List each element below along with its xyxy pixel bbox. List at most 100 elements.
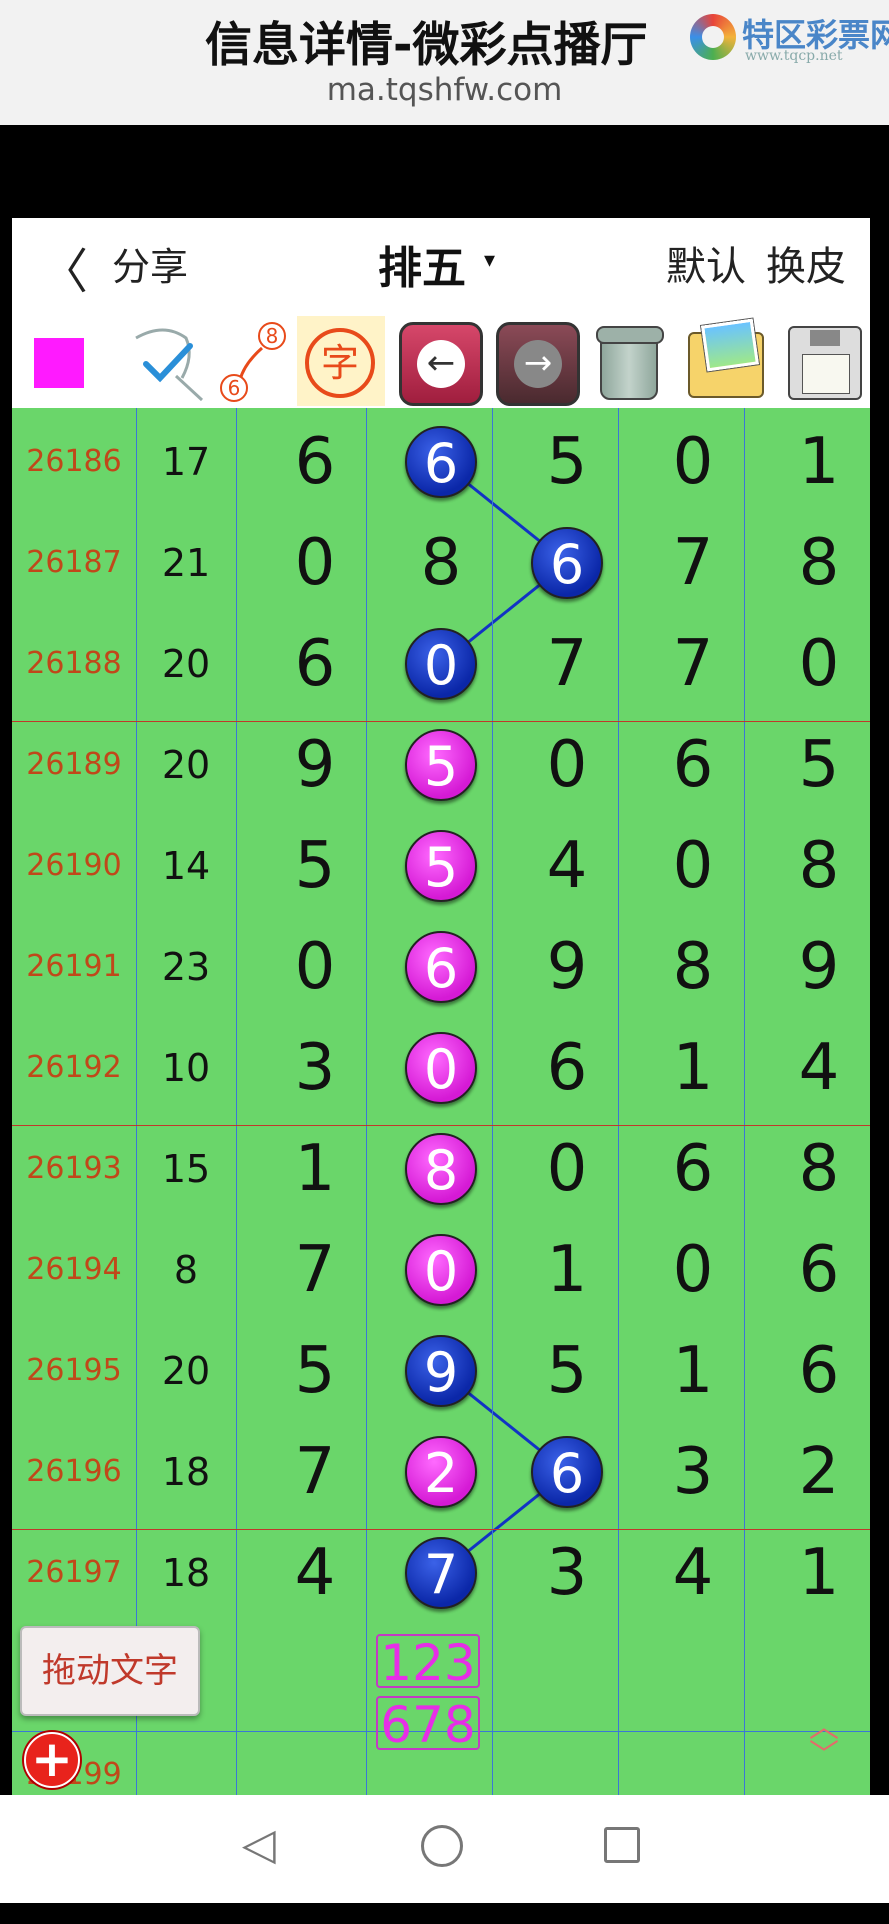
expand-vertical-icon[interactable]: ︿ ﹀ [804,1713,844,1774]
issue-number: 26191 [26,949,122,984]
trash-icon[interactable] [588,316,670,406]
highlighted-digit-ball[interactable]: 2 [405,1436,477,1508]
draw-digit[interactable]: 4 [504,831,630,901]
drag-text-button[interactable]: 拖动文字 [20,1626,200,1716]
draw-digit[interactable]: 8 [756,831,870,901]
draw-digit[interactable]: 0 [756,629,870,699]
draw-digit[interactable]: 9 [504,932,630,1002]
change-skin-button[interactable]: 换皮 [766,234,846,292]
draw-digit[interactable]: 6 [756,1336,870,1406]
draw-digit[interactable]: 7 [630,629,756,699]
highlighted-digit-ball[interactable]: 0 [405,628,477,700]
draw-digit[interactable]: 5 [252,1336,378,1406]
draw-digit[interactable]: 6 [252,629,378,699]
issue-number: 26189 [26,747,122,782]
photo-icon[interactable] [684,316,768,406]
chevron-left-icon[interactable]: 〈 [40,232,88,302]
draw-digit[interactable]: 1 [252,1134,378,1204]
draw-digit[interactable]: 0 [252,528,378,598]
triangle-back-icon[interactable]: ◁ [242,1819,276,1870]
draw-digit[interactable]: 9 [756,932,870,1002]
nav-bar: 〈 分享 排五 ▾ 默认 换皮 [12,218,870,314]
draw-digit[interactable]: 4 [756,1033,870,1103]
circle-home-icon[interactable] [421,1825,463,1867]
draw-digit[interactable]: 8 [630,932,756,1002]
highlighted-digit-ball[interactable]: 9 [405,1335,477,1407]
draw-digit[interactable]: 8 [756,1134,870,1204]
issue-number: 26188 [26,646,122,681]
highlighted-digit-ball[interactable]: 5 [405,830,477,902]
redo-arrow-icon[interactable]: → [496,322,580,406]
draw-digit[interactable]: 3 [252,1033,378,1103]
draw-digit[interactable]: 1 [504,1235,630,1305]
draw-digit[interactable]: 5 [504,427,630,497]
issue-number: 26196 [26,1454,122,1489]
save-floppy-icon[interactable] [782,316,864,406]
draw-digit[interactable]: 1 [756,427,870,497]
draw-digit[interactable]: 0 [630,427,756,497]
draw-digit[interactable]: 0 [630,831,756,901]
draw-digit[interactable]: 4 [252,1538,378,1608]
draw-digit[interactable]: 7 [252,1437,378,1507]
draw-digit[interactable]: 6 [252,427,378,497]
highlighted-digit-ball[interactable]: 0 [405,1234,477,1306]
issue-number: 26186 [26,444,122,479]
draw-digit[interactable]: 7 [252,1235,378,1305]
issue-number: 26197 [26,1555,122,1590]
draw-digit[interactable]: 4 [630,1538,756,1608]
highlighted-digit-ball[interactable]: 0 [405,1032,477,1104]
draw-digit[interactable]: 3 [504,1538,630,1608]
lottery-title[interactable]: 排五 [378,232,466,296]
draw-digit[interactable]: 1 [630,1033,756,1103]
draw-digit[interactable]: 5 [756,730,870,800]
chevron-down-icon[interactable]: ▾ [484,248,495,273]
share-button[interactable]: 分享 [112,236,188,291]
default-button[interactable]: 默认 [666,234,746,292]
draw-digit[interactable]: 3 [630,1437,756,1507]
digit-sum: 14 [161,844,211,888]
square-recent-icon[interactable] [604,1827,640,1863]
draw-digit[interactable]: 8 [378,528,504,598]
draw-digit[interactable]: 5 [252,831,378,901]
draw-digit[interactable]: 0 [630,1235,756,1305]
highlighted-digit-ball[interactable]: 6 [405,931,477,1003]
draw-digit[interactable]: 9 [252,730,378,800]
color-swatch-icon[interactable] [34,338,84,388]
link-numbers-icon[interactable]: 8 6 [212,316,302,406]
draw-digit[interactable]: 6 [630,730,756,800]
draw-digit[interactable]: 2 [756,1437,870,1507]
site-header: 信息详情-微彩点播厅 ma.tqshfw.com 特区彩票网 www.tqcp.… [0,0,889,125]
draw-digit[interactable]: 0 [252,932,378,1002]
prediction-box[interactable]: 123 [376,1634,480,1690]
character-tool-button[interactable]: 字 [297,316,385,406]
highlighted-digit-ball[interactable]: 8 [405,1133,477,1205]
issue-number: 26192 [26,1050,122,1085]
highlighted-digit-ball[interactable]: 6 [531,1436,603,1508]
draw-digit[interactable]: 7 [504,629,630,699]
draw-digit[interactable]: 5 [504,1336,630,1406]
draw-digit[interactable]: 0 [504,1134,630,1204]
prediction-box[interactable]: 678 [376,1696,480,1752]
watermark-url: www.tqcp.net [745,48,843,64]
add-plus-icon[interactable]: + [24,1732,80,1788]
draw-digit[interactable]: 8 [756,528,870,598]
link-bottom-number: 6 [228,376,241,400]
draw-digit[interactable]: 6 [756,1235,870,1305]
highlighted-digit-ball[interactable]: 6 [405,426,477,498]
draw-digit[interactable]: 7 [630,528,756,598]
digit-sum: 18 [161,1450,211,1494]
highlighted-digit-ball[interactable]: 7 [405,1537,477,1609]
grid-line [236,408,237,1903]
digit-sum: 10 [161,1046,211,1090]
highlighted-digit-ball[interactable]: 5 [405,729,477,801]
highlighted-digit-ball[interactable]: 6 [531,527,603,599]
undo-arrow-icon[interactable]: ← [399,322,483,406]
draw-digit[interactable]: 0 [504,730,630,800]
draw-digit[interactable]: 1 [630,1336,756,1406]
draw-digit[interactable]: 1 [756,1538,870,1608]
group-separator [12,1125,870,1126]
draw-digit[interactable]: 6 [504,1033,630,1103]
draw-digit[interactable]: 6 [630,1134,756,1204]
number-board[interactable]: 26186 17 6 6 5 0 1 26187 21 0 8 6 7 8 26188 20 6 0 7 7 0 2618… [12,408,870,1903]
check-pen-icon[interactable] [124,316,214,406]
